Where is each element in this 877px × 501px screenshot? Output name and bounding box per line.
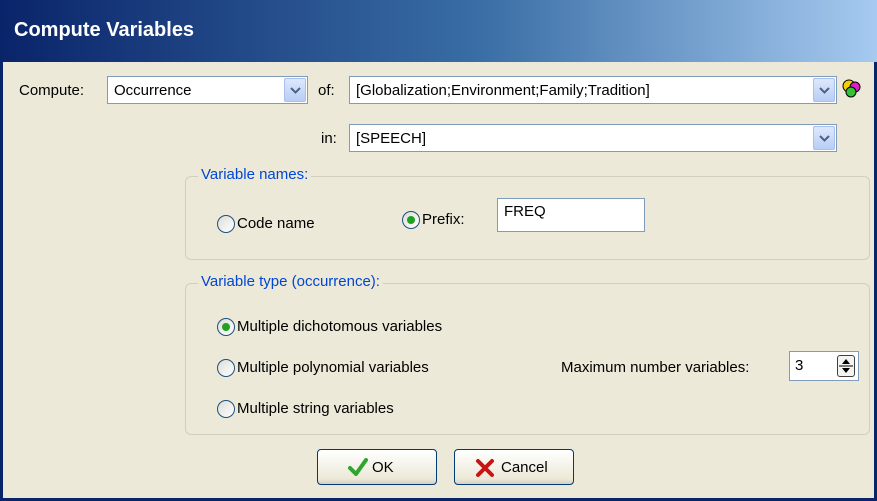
prefix-label[interactable]: Prefix: [422, 211, 465, 228]
dichotomous-label[interactable]: Multiple dichotomous variables [237, 318, 442, 335]
string-label[interactable]: Multiple string variables [237, 400, 394, 417]
of-label: of: [318, 82, 335, 99]
code-name-label[interactable]: Code name [237, 215, 315, 232]
compute-label: Compute: [19, 82, 85, 99]
title-bar[interactable]: Compute Variables [0, 0, 877, 62]
string-radio[interactable] [217, 400, 235, 418]
variable-names-legend: Variable names: [198, 166, 312, 183]
in-label: in: [321, 130, 337, 147]
compute-dropdown[interactable]: Occurrence [107, 76, 308, 104]
cancel-button[interactable]: Cancel [454, 449, 574, 485]
of-dropdown[interactable]: [Globalization;Environment;Family;Tradit… [349, 76, 837, 104]
close-icon [476, 459, 494, 477]
prefix-input[interactable]: FREQ [497, 198, 645, 232]
code-name-radio[interactable] [217, 215, 235, 233]
prefix-radio[interactable] [402, 211, 420, 229]
dialog-body: Compute: Occurrence of: [Globalization;E… [3, 62, 874, 498]
polynomial-radio[interactable] [217, 359, 235, 377]
max-variables-label: Maximum number variables: [561, 359, 750, 376]
ok-button[interactable]: OK [317, 449, 437, 485]
spin-arrows-icon[interactable] [837, 355, 855, 377]
ok-label: OK [372, 459, 394, 476]
compute-value: Occurrence [114, 82, 192, 99]
chevron-down-icon[interactable] [284, 78, 306, 102]
of-value: [Globalization;Environment;Family;Tradit… [356, 82, 650, 99]
variables-icon[interactable] [841, 78, 863, 100]
prefix-input-value: FREQ [504, 203, 546, 220]
in-dropdown[interactable]: [SPEECH] [349, 124, 837, 152]
window-title: Compute Variables [14, 19, 195, 41]
variable-type-legend: Variable type (occurrence): [198, 273, 383, 290]
polynomial-label[interactable]: Multiple polynomial variables [237, 359, 429, 376]
chevron-down-icon[interactable] [813, 78, 835, 102]
max-variables-spinner[interactable]: 3 [789, 351, 859, 381]
chevron-down-icon[interactable] [813, 126, 835, 150]
max-variables-value: 3 [795, 357, 804, 374]
checkmark-icon [348, 458, 368, 476]
in-value: [SPEECH] [356, 130, 427, 147]
cancel-label: Cancel [501, 459, 548, 476]
dichotomous-radio[interactable] [217, 318, 235, 336]
